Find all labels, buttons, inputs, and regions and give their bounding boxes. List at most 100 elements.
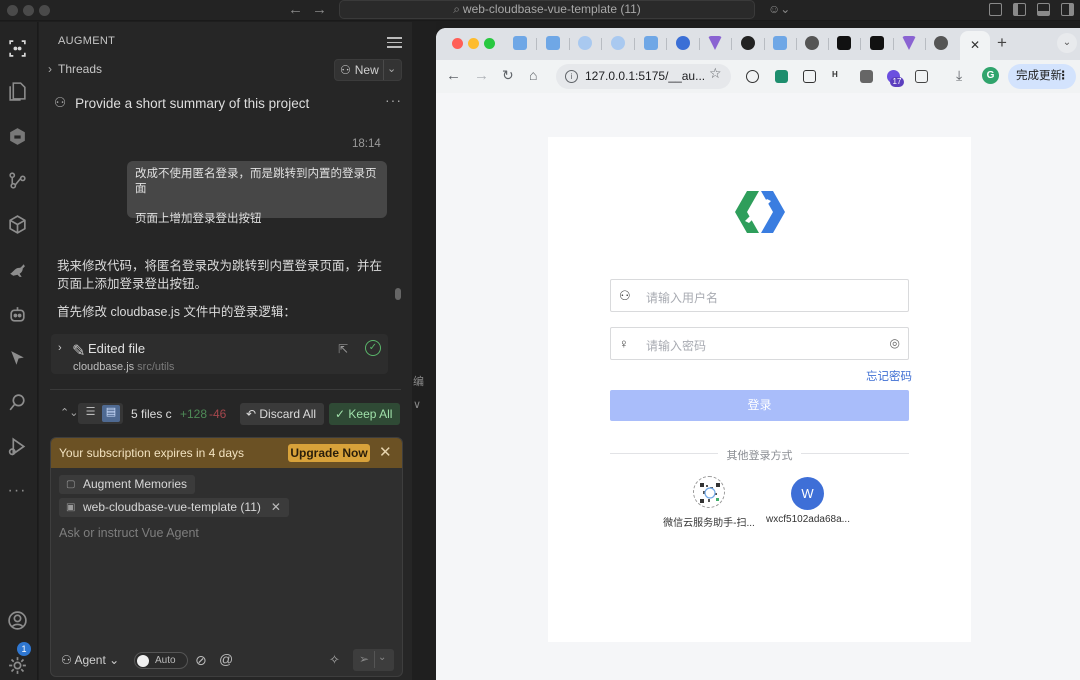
sparkle-icon[interactable]: ✧ — [329, 652, 340, 668]
memories-chip[interactable]: ▢ Augment Memories — [59, 475, 196, 494]
file-view-icon[interactable]: ▤ — [102, 405, 120, 422]
tab-favicon[interactable] — [611, 36, 625, 50]
profile-avatar[interactable]: G — [982, 67, 999, 84]
toggle-sidebar-icon[interactable] — [1013, 3, 1026, 16]
tab-favicon[interactable] — [513, 36, 527, 50]
edited-file-name[interactable]: cloudbase.js src/utils — [73, 361, 174, 373]
close-icon[interactable]: ✕ — [379, 443, 392, 461]
filename: cloudbase.js — [73, 361, 135, 373]
chevron-right-icon[interactable]: › — [58, 342, 62, 354]
files-icon[interactable] — [6, 80, 28, 102]
command-center[interactable]: ⌕ web-cloudbase-vue-template (11) — [339, 0, 755, 19]
threads-toggle[interactable]: › Threads — [48, 62, 102, 76]
qr-code-icon[interactable] — [693, 476, 725, 508]
zoom-window-dot[interactable] — [484, 38, 495, 49]
address-bar[interactable]: i 127.0.0.1:5175/__au... — [556, 64, 731, 89]
keep-all-button[interactable]: ✓ Keep All — [329, 403, 400, 425]
bookmark-star-icon[interactable]: ☆ — [709, 65, 722, 82]
chevron-down-icon: ⌄ — [105, 653, 120, 667]
forward-icon[interactable]: → — [474, 67, 489, 84]
forgot-password-link[interactable]: 忘记密码 — [866, 368, 912, 384]
package-icon[interactable] — [6, 213, 28, 235]
panel-title: AUGMENT — [58, 35, 116, 47]
wx-account-avatar[interactable]: W — [791, 477, 824, 510]
cursor-icon[interactable] — [6, 347, 28, 369]
thread-title-text: Provide a short summary of this project — [75, 95, 310, 111]
new-tab-icon[interactable]: + — [997, 33, 1007, 53]
discard-all-button[interactable]: ↶ Discard All — [240, 403, 324, 425]
minimize-window-dot[interactable] — [468, 38, 479, 49]
puzzle-icon[interactable] — [915, 70, 928, 83]
chat-input[interactable]: Ask or instruct Vue Agent — [59, 526, 199, 540]
tab-favicon[interactable] — [644, 36, 658, 50]
tab-favicon[interactable] — [546, 36, 560, 50]
reload-icon[interactable]: ↻ — [502, 67, 514, 84]
extension-icon[interactable] — [860, 70, 873, 83]
arrow-right-icon[interactable]: → — [312, 1, 327, 18]
attach-icon[interactable]: ⊘ — [195, 652, 207, 669]
password-field[interactable]: ♀ 请输入密码 ◎ — [610, 327, 909, 360]
more-icon[interactable]: ··· — [6, 480, 28, 502]
site-info-icon[interactable]: i — [565, 70, 578, 83]
toggle-secondary-sidebar-icon[interactable] — [1061, 3, 1074, 16]
window-minimize-dot[interactable] — [23, 5, 34, 16]
username-field[interactable]: ⚇ 请输入用户名 — [610, 279, 909, 312]
mode-selector[interactable]: ⚇ Agent ⌄ — [61, 653, 119, 667]
auto-toggle[interactable]: Auto — [134, 652, 188, 669]
list-view-icon[interactable]: ☰ — [82, 405, 99, 421]
remove-chip-icon[interactable]: ✕ — [271, 500, 281, 514]
extension-icon[interactable] — [746, 70, 759, 83]
login-button[interactable]: 登录 — [610, 390, 909, 421]
back-icon[interactable]: ← — [446, 67, 461, 84]
arrow-left-icon[interactable]: ← — [288, 1, 303, 18]
run-debug-icon[interactable] — [6, 435, 28, 457]
scrollbar-thumb[interactable] — [395, 288, 401, 300]
layout-icon[interactable] — [989, 3, 1002, 16]
home-icon[interactable]: ⌂ — [529, 67, 537, 83]
tab-search-icon[interactable]: ⌄ — [1057, 33, 1077, 53]
gear-icon[interactable] — [6, 654, 28, 676]
search-icon[interactable] — [6, 391, 28, 413]
account-icon[interactable] — [6, 609, 28, 631]
eye-off-icon[interactable]: ◎ — [890, 336, 900, 350]
tab-favicon[interactable] — [578, 36, 592, 50]
send-button[interactable]: ➢ ⌄ — [353, 649, 394, 671]
tab-favicon[interactable] — [773, 36, 787, 50]
extension-icon[interactable] — [803, 70, 816, 83]
context-chip[interactable]: ▣ web-cloudbase-vue-template (11) ✕ — [59, 498, 289, 517]
extension-icon[interactable] — [775, 70, 788, 83]
thread-more-button[interactable]: ··· — [385, 92, 402, 108]
git-icon[interactable] — [6, 169, 28, 191]
update-button[interactable]: 完成更新 ⋮ — [1008, 64, 1076, 89]
globe-icon[interactable] — [805, 36, 819, 50]
tab-favicon[interactable] — [708, 36, 722, 50]
globe-icon[interactable] — [934, 36, 948, 50]
close-window-dot[interactable] — [452, 38, 463, 49]
edited-file-card[interactable]: › ✎ Edited file cloudbase.js src/utils ⇱ … — [51, 334, 388, 374]
github-icon[interactable] — [741, 36, 755, 50]
extension-icon[interactable] — [6, 125, 28, 147]
window-zoom-dot[interactable] — [39, 5, 50, 16]
window-close-dot[interactable] — [7, 5, 18, 16]
chevron-down-icon[interactable]: ⌄ — [387, 62, 396, 75]
extension-icon[interactable]: H — [832, 70, 845, 83]
robot-icon[interactable] — [6, 303, 28, 325]
open-file-icon[interactable]: ⇱ — [338, 342, 348, 356]
chevron-down-icon[interactable]: ⌄ — [378, 652, 386, 663]
copilot-icon[interactable]: ☺⌄ — [768, 2, 790, 16]
augment-icon[interactable] — [6, 37, 28, 59]
tab-favicon[interactable] — [676, 36, 690, 50]
download-icon[interactable]: ⤓ — [956, 67, 962, 84]
new-thread-button[interactable]: ⚇ New ⌄ — [334, 59, 402, 81]
active-tab-close-icon[interactable]: ✕ — [960, 31, 990, 60]
upgrade-now-button[interactable]: Upgrade Now — [288, 444, 370, 462]
kebab-menu-icon[interactable]: ⋮ — [1058, 64, 1070, 89]
expand-collapse-icon[interactable]: ⌃⌄ — [60, 406, 78, 419]
toggle-panel-icon[interactable] — [1037, 3, 1050, 16]
mention-icon[interactable]: @ — [219, 651, 233, 667]
tab-favicon[interactable] — [837, 36, 851, 50]
tab-favicon[interactable] — [870, 36, 884, 50]
menu-icon[interactable] — [387, 37, 402, 51]
kangaroo-icon[interactable] — [6, 258, 28, 280]
tab-favicon[interactable] — [902, 36, 916, 50]
